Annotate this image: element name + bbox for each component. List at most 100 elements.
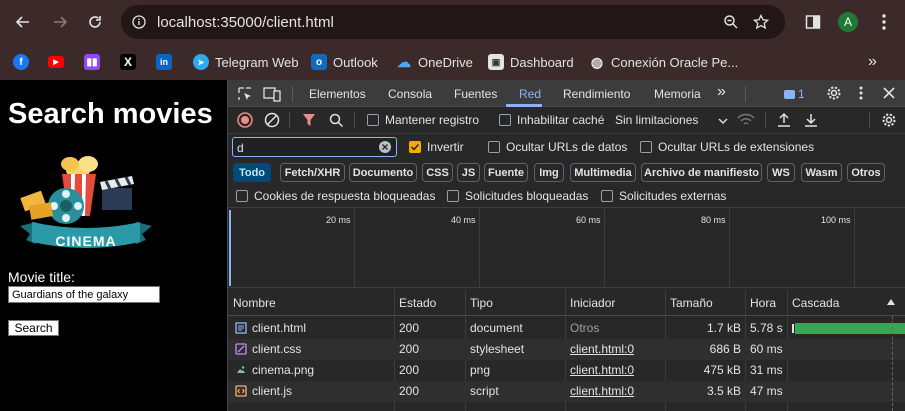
waterfall-marker — [792, 324, 794, 333]
forward-button[interactable] — [46, 8, 74, 36]
record-icon[interactable] — [237, 112, 253, 128]
col-nombre[interactable]: Nombre — [233, 296, 276, 310]
stylesheet-icon — [235, 343, 247, 355]
search-button[interactable]: Search — [8, 320, 59, 336]
type-filter-js[interactable]: JS — [457, 163, 480, 182]
type-filter-ws[interactable]: WS — [767, 163, 795, 182]
blocked-requests-checkbox[interactable] — [447, 190, 459, 202]
request-row[interactable]: client.html 200 document Otros 1.7 kB 5.… — [228, 318, 905, 339]
tab-fuentes[interactable]: Fuentes — [454, 87, 497, 101]
more-bookmarks-button[interactable]: » — [868, 52, 877, 72]
bookmark-x[interactable]: X — [120, 52, 136, 72]
close-icon[interactable] — [882, 86, 896, 100]
type-filter-manifest[interactable]: Archivo de manifiesto — [641, 163, 762, 182]
request-row[interactable]: cinema.png 200 png client.html:0 475 kB … — [228, 360, 905, 381]
blocked-cookies-checkbox[interactable] — [236, 190, 248, 202]
type-filter-wasm[interactable]: Wasm — [801, 163, 842, 182]
back-button[interactable] — [9, 8, 37, 36]
request-status: 200 — [399, 342, 420, 356]
third-party-label: Solicitudes externas — [619, 189, 727, 203]
request-initiator-link[interactable]: client.html:0 — [570, 384, 634, 398]
col-tipo[interactable]: Tipo — [470, 296, 493, 310]
filter-input[interactable]: d — [232, 137, 397, 157]
movie-title-input[interactable] — [8, 286, 160, 303]
bookmark-star-icon[interactable] — [753, 14, 769, 30]
import-har-icon[interactable] — [777, 112, 791, 128]
divider — [745, 86, 746, 102]
bookmark-onedrive[interactable]: ☁ OneDrive — [396, 52, 473, 72]
timeline-left-handle[interactable] — [229, 210, 232, 286]
clear-filter-icon[interactable] — [379, 141, 391, 153]
requests-table-header: Nombre Estado Tipo Iniciador Tamaño Hora… — [228, 290, 905, 316]
waterfall-gridline — [892, 316, 893, 411]
type-filter-otros[interactable]: Otros — [847, 163, 885, 182]
tab-consola[interactable]: Consola — [388, 87, 432, 101]
request-status: 200 — [399, 321, 420, 335]
hide-extension-urls-checkbox[interactable] — [640, 141, 652, 153]
bookmark-youtube[interactable]: ▶ — [48, 52, 64, 72]
type-filter-documento[interactable]: Documento — [349, 163, 417, 182]
reload-button[interactable] — [81, 8, 109, 36]
request-initiator-link[interactable]: client.html:0 — [570, 363, 634, 377]
bookmark-outlook[interactable]: o Outlook — [311, 52, 378, 72]
col-hora[interactable]: Hora — [750, 296, 776, 310]
type-filter-fetch-xhr[interactable]: Fetch/XHR — [280, 163, 345, 182]
third-party-checkbox[interactable] — [601, 190, 613, 202]
bookmark-twitch[interactable]: ▮▮ — [84, 52, 100, 72]
filter-icon[interactable] — [302, 113, 316, 127]
device-toolbar-icon[interactable] — [263, 86, 281, 102]
more-vert-icon[interactable] — [876, 13, 892, 31]
bookmark-dashboard[interactable]: ▣ Dashboard — [488, 52, 574, 72]
devtools-tab-bar: Elementos Consola Fuentes Red Rendimient… — [228, 80, 905, 107]
divider — [765, 112, 766, 128]
request-size: 686 B — [709, 342, 741, 356]
network-settings-gear-icon[interactable] — [881, 112, 897, 128]
sort-ascending-icon[interactable] — [887, 299, 895, 305]
url-text[interactable]: localhost:35000/client.html — [157, 14, 334, 31]
request-initiator-link[interactable]: client.html:0 — [570, 342, 634, 356]
issues-counter[interactable]: 1 — [784, 87, 805, 101]
type-filter-fuente[interactable]: Fuente — [484, 163, 528, 182]
profile-avatar[interactable]: A — [838, 12, 858, 32]
bookmark-facebook[interactable]: f — [13, 52, 29, 72]
search-icon[interactable] — [329, 113, 344, 128]
side-panel-icon[interactable] — [805, 14, 821, 30]
type-filter-img[interactable]: Img — [534, 163, 564, 182]
bookmark-telegram[interactable]: ➤ Telegram Web — [193, 52, 299, 72]
tab-rendimiento[interactable]: Rendimiento — [563, 87, 630, 101]
throttling-select[interactable]: Sin limitaciones — [615, 113, 698, 127]
type-filter-css[interactable]: CSS — [422, 163, 453, 182]
type-filter-multimedia[interactable]: Multimedia — [570, 163, 636, 182]
document-icon — [235, 322, 247, 334]
address-bar[interactable]: localhost:35000/client.html — [121, 5, 785, 39]
request-row[interactable]: client.css 200 stylesheet client.html:0 … — [228, 339, 905, 360]
tab-memoria[interactable]: Memoria — [654, 87, 701, 101]
invert-checkbox[interactable] — [409, 141, 421, 153]
inspect-element-icon[interactable] — [237, 86, 253, 102]
linkedin-icon: in — [156, 54, 172, 70]
hide-data-urls-checkbox[interactable] — [488, 141, 500, 153]
type-filter-todo[interactable]: Todo — [233, 163, 271, 182]
bookmark-oracle[interactable]: ◍ Conexión Oracle Pe... — [589, 52, 738, 72]
export-har-icon[interactable] — [804, 112, 818, 128]
col-estado[interactable]: Estado — [399, 296, 436, 310]
preserve-log-label: Mantener registro — [385, 113, 480, 127]
col-iniciador[interactable]: Iniciador — [570, 296, 615, 310]
network-conditions-icon[interactable] — [737, 113, 755, 127]
clear-icon[interactable] — [264, 112, 280, 128]
site-info-icon[interactable] — [132, 15, 146, 29]
more-options-icon[interactable] — [855, 85, 867, 101]
bookmark-linkedin[interactable]: in — [156, 52, 172, 72]
zoom-icon[interactable] — [723, 14, 739, 30]
disable-cache-checkbox[interactable] — [499, 114, 511, 126]
web-page: Search movies CINEMA Movie title: Guardi… — [0, 80, 227, 411]
col-tamano[interactable]: Tamaño — [670, 296, 713, 310]
more-tabs-button[interactable]: » — [717, 83, 726, 101]
settings-gear-icon[interactable] — [826, 85, 842, 101]
request-row[interactable]: client.js 200 script client.html:0 3.5 k… — [228, 381, 905, 402]
col-cascada[interactable]: Cascada — [792, 296, 839, 310]
timeline-overview[interactable]: 20 ms 40 ms 60 ms 80 ms 100 ms — [228, 208, 905, 288]
preserve-log-checkbox[interactable] — [367, 114, 379, 126]
tab-elementos[interactable]: Elementos — [309, 87, 366, 101]
tab-red[interactable]: Red — [519, 87, 541, 101]
